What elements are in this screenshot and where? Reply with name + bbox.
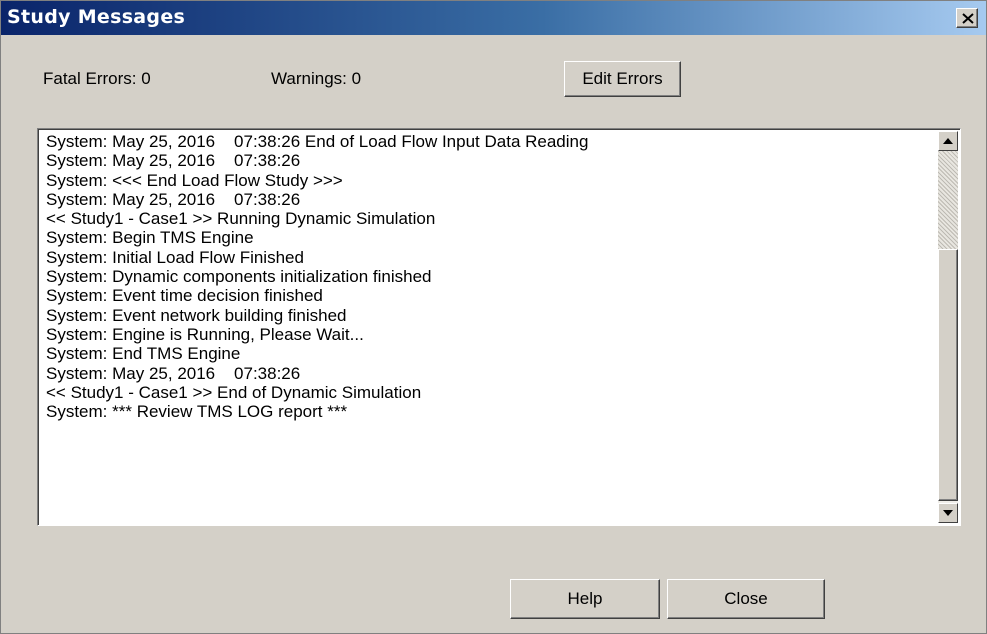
message-line: System: May 25, 2016 07:38:26 [46, 189, 301, 209]
scroll-down-button[interactable] [938, 503, 958, 523]
message-line: System: May 25, 2016 07:38:26 [46, 363, 301, 383]
arrow-up-icon [943, 138, 953, 144]
warnings-count: Warnings: 0 [271, 69, 362, 88]
title-bar[interactable]: Study Messages [1, 1, 986, 35]
help-button[interactable]: Help [510, 579, 660, 619]
study-messages-dialog: Study Messages Fatal Errors: 0 Warnings:… [0, 0, 987, 634]
window-title: Study Messages [7, 6, 186, 28]
messages-lines: System: May 25, 2016 07:38:26 End of Loa… [46, 132, 588, 421]
message-line: System: End TMS Engine [46, 344, 241, 364]
message-line: System: Initial Load Flow Finished [46, 247, 304, 267]
message-line: << Study1 - Case1 >> End of Dynamic Simu… [46, 382, 422, 402]
fatal-errors-count: Fatal Errors: 0 [43, 69, 151, 88]
scroll-thumb[interactable] [938, 249, 958, 501]
message-line: System: May 25, 2016 07:38:26 [46, 151, 301, 171]
arrow-down-icon [943, 510, 953, 516]
scroll-track[interactable] [938, 151, 958, 249]
message-line: System: May 25, 2016 07:38:26 End of Loa… [46, 132, 589, 151]
vertical-scrollbar[interactable] [938, 131, 958, 523]
message-line: System: <<< End Load Flow Study >>> [46, 170, 343, 190]
message-line: System: Event time decision finished [46, 286, 323, 306]
message-line: System: Event network building finished [46, 305, 347, 325]
edit-errors-button[interactable]: Edit Errors [564, 61, 681, 97]
message-line: System: Dynamic components initializatio… [46, 267, 432, 287]
messages-list[interactable]: System: May 25, 2016 07:38:26 End of Loa… [37, 128, 961, 526]
message-line: System: Begin TMS Engine [46, 228, 254, 248]
title-close-button[interactable] [956, 8, 978, 28]
scroll-up-button[interactable] [938, 131, 958, 151]
close-button[interactable]: Close [667, 579, 825, 619]
close-icon [962, 13, 974, 24]
message-line: << Study1 - Case1 >> Running Dynamic Sim… [46, 209, 436, 229]
message-line: System: *** Review TMS LOG report *** [46, 402, 348, 422]
message-line: System: Engine is Running, Please Wait..… [46, 324, 364, 344]
